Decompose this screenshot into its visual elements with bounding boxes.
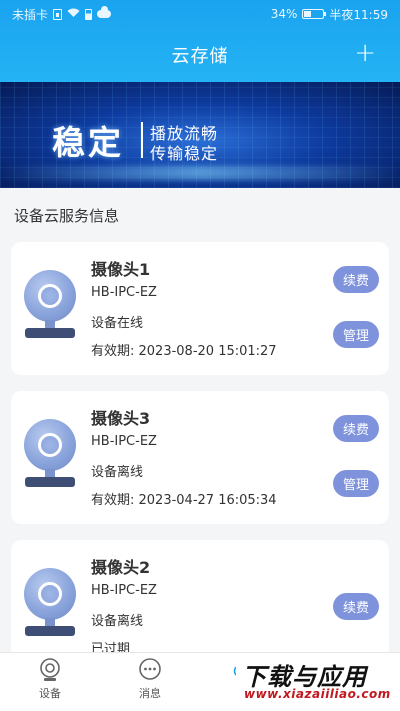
cloud-status-icon — [97, 6, 112, 18]
banner-divider — [141, 122, 143, 158]
add-device-button[interactable]: + — [354, 39, 376, 67]
site-watermark: 下载与应用 www.xiazaiiliao.com — [236, 655, 396, 707]
manage-button[interactable]: 管理 — [333, 321, 379, 348]
device-card: 摄像头3 HB-IPC-EZ 设备离线 有效期: 2023-04-27 16:0… — [11, 391, 389, 524]
banner-headline: 稳定 — [52, 123, 124, 162]
app-header: 未插卡 34% 半夜11:59 云存储 + — [0, 0, 400, 82]
device-name: 摄像头3 — [91, 409, 151, 428]
battery-percent: 34% — [270, 7, 298, 21]
camera-icon — [21, 270, 79, 344]
clock: 半夜11:59 — [329, 7, 388, 22]
tab-label: 设备 — [39, 687, 61, 700]
manage-button[interactable]: 管理 — [333, 470, 379, 497]
renew-button[interactable]: 续费 — [333, 415, 379, 442]
sim-icon — [53, 8, 63, 20]
wifi-icon — [67, 7, 80, 21]
device-status: 设备在线 — [91, 316, 144, 331]
section-title: 设备云服务信息 — [14, 207, 120, 225]
promo-banner: 稳定 播放流畅 传输稳定 — [0, 82, 400, 188]
device-expiry: 有效期: 2023-08-20 15:01:27 — [91, 344, 277, 359]
camera-icon — [40, 658, 60, 681]
device-name: 摄像头2 — [91, 558, 151, 577]
device-model: HB-IPC-EZ — [91, 434, 157, 449]
page-title: 云存储 — [171, 46, 229, 67]
tab-messages[interactable]: 消息 — [120, 657, 180, 701]
device-name: 摄像头1 — [91, 260, 151, 279]
banner-line2: 传输稳定 — [150, 144, 219, 163]
status-bar-right: 34% 半夜11:59 — [271, 6, 388, 23]
battery-small-icon — [85, 8, 93, 20]
banner-glow — [0, 166, 400, 180]
device-expiry: 有效期: 2023-04-27 16:05:34 — [91, 493, 277, 508]
camera-icon — [21, 419, 79, 493]
device-model: HB-IPC-EZ — [91, 583, 157, 598]
device-model: HB-IPC-EZ — [91, 285, 157, 300]
carrier-text: 未插卡 — [12, 7, 49, 22]
chat-icon — [139, 658, 161, 680]
status-bar-left: 未插卡 — [12, 6, 112, 23]
renew-button[interactable]: 续费 — [333, 593, 379, 620]
camera-icon — [21, 568, 79, 642]
renew-button[interactable]: 续费 — [333, 266, 379, 293]
title-bar: 云存储 + — [0, 28, 400, 82]
device-status: 设备离线 — [91, 614, 144, 629]
battery-icon — [302, 9, 327, 19]
device-card: 摄像头1 HB-IPC-EZ 设备在线 有效期: 2023-08-20 15:0… — [11, 242, 389, 375]
status-bar: 未插卡 34% 半夜11:59 — [0, 0, 400, 28]
watermark-url: www.xiazaiiliao.com — [244, 687, 391, 701]
tab-devices[interactable]: 设备 — [20, 657, 80, 701]
tab-label: 消息 — [139, 687, 161, 700]
device-card: 摄像头2 HB-IPC-EZ 设备离线 已过期 续费 — [11, 540, 389, 660]
device-status: 设备离线 — [91, 465, 144, 480]
